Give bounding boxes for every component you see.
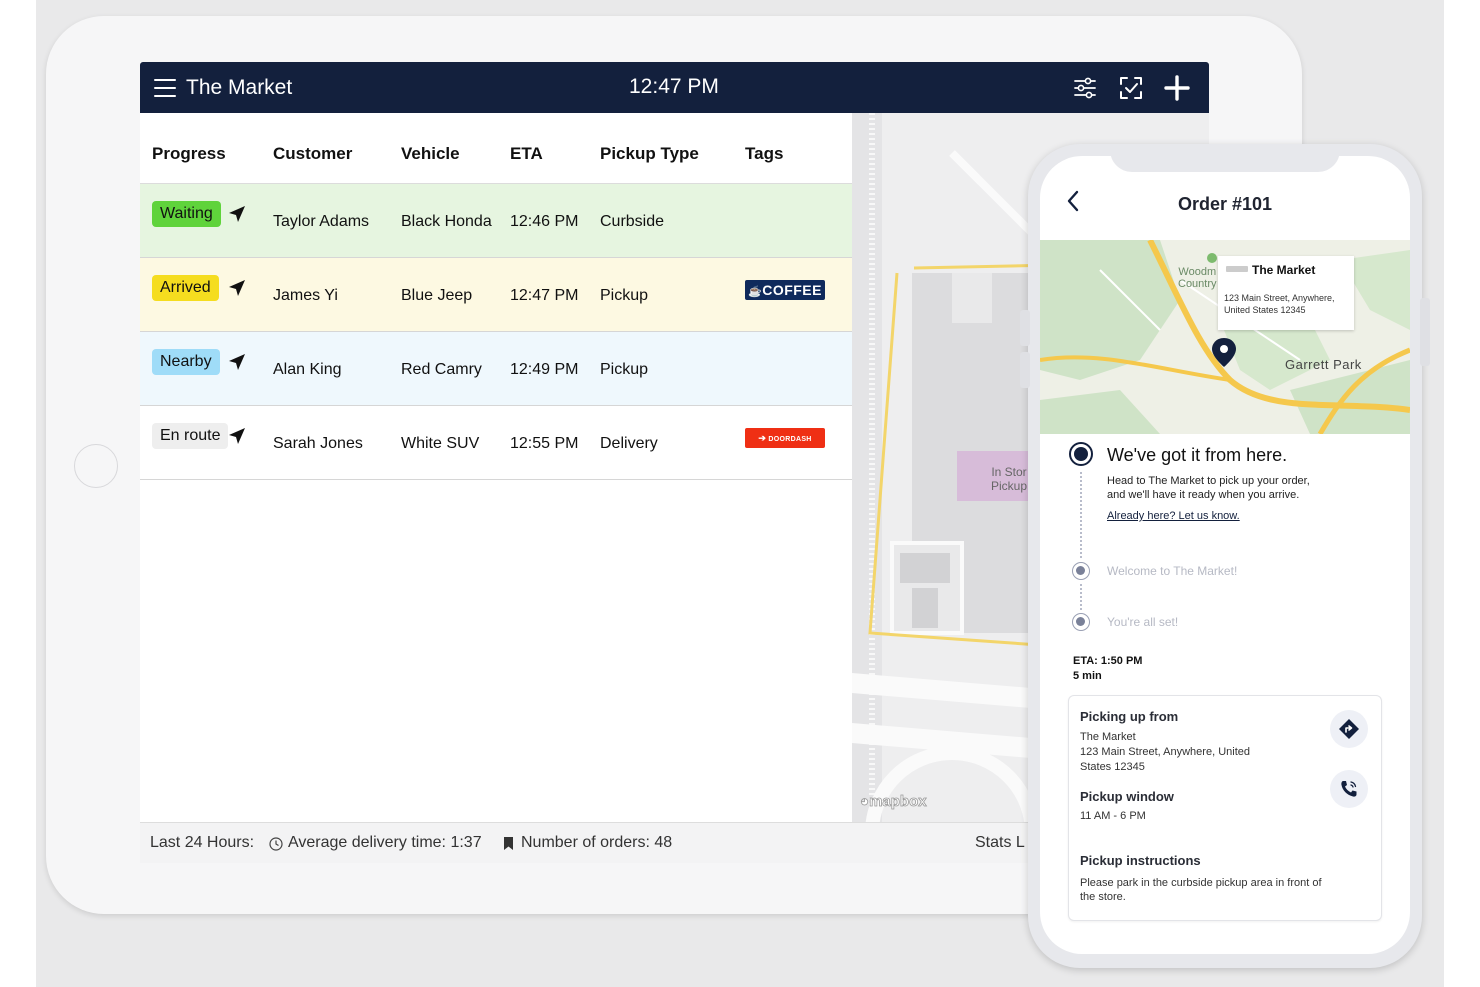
call-button[interactable]	[1330, 770, 1368, 808]
top-bar: The Market 12:47 PM	[140, 62, 1209, 113]
step-current-title: We've got it from here.	[1107, 445, 1288, 465]
customer-name: Taylor Adams	[273, 213, 370, 230]
status-badge: Arrived	[152, 275, 219, 301]
phone-side-button	[1020, 352, 1030, 388]
coffee-tag: ☕COFFEE	[745, 280, 825, 300]
step-2-label: Welcome to The Market!	[1107, 564, 1238, 578]
table-row[interactable]: Waiting Taylor Adams Black Honda 12:46 P…	[140, 184, 852, 258]
doordash-tag-label: DOORDASH	[768, 436, 812, 443]
average-delivery-time: Average delivery time: 1:37	[288, 834, 482, 851]
pickup-window-time: 11 AM - 6 PM	[1080, 810, 1146, 822]
column-eta[interactable]: ETA	[510, 144, 543, 164]
step-3-indicator	[1072, 613, 1090, 631]
phone-call-icon	[1341, 781, 1357, 797]
map-label-woodmont: Woodm Country	[1178, 266, 1217, 290]
mapbox-attribution[interactable]: ◕mapbox	[860, 793, 927, 811]
clock-icon	[269, 837, 283, 851]
orders-table: Progress Customer Vehicle ETA Pickup Typ…	[140, 113, 852, 822]
doordash-logo-icon: ➔	[758, 433, 767, 443]
place-address: 123 Main Street, Anywhere, United States…	[1224, 293, 1335, 315]
doordash-tag: ➔ DOORDASH	[745, 428, 825, 448]
column-progress[interactable]: Progress	[152, 144, 226, 164]
table-row[interactable]: Arrived James Yi Blue Jeep 12:47 PM Pick…	[140, 258, 852, 332]
mapbox-logo-icon: ◕	[860, 793, 870, 811]
column-vehicle[interactable]: Vehicle	[401, 144, 460, 164]
column-customer[interactable]: Customer	[273, 144, 352, 164]
eta: 12:46 PM	[510, 213, 579, 230]
vehicle: Red Camry	[401, 361, 482, 378]
navigation-arrow-icon	[229, 354, 245, 370]
app-title: The Market	[186, 76, 293, 99]
stats-link[interactable]: Stats L	[975, 834, 1025, 852]
pickup-type: Pickup	[600, 361, 649, 378]
place-popup[interactable]: The Market 123 Main Street, Anywhere, Un…	[1218, 256, 1354, 330]
store-address: The Market 123 Main Street, Anywhere, Un…	[1080, 731, 1250, 773]
customer-name: Alan King	[273, 361, 342, 378]
phone-notch	[1110, 146, 1340, 172]
table-header: Progress Customer Vehicle ETA Pickup Typ…	[140, 113, 852, 184]
phone-screen: Order #101 The Market 123 Main Street, A…	[1040, 156, 1410, 954]
eta-minutes: 5 min	[1073, 670, 1102, 682]
step-current-description: Head to The Market to pick up your order…	[1107, 475, 1310, 501]
pickup-type: Curbside	[600, 213, 665, 230]
step-connector	[1080, 472, 1082, 558]
coffee-tag-label: COFFEE	[762, 282, 822, 298]
number-of-orders: Number of orders: 48	[521, 834, 673, 851]
table-row[interactable]: Nearby Alan King Red Camry 12:49 PM Pick…	[140, 332, 852, 406]
current-time: 12:47 PM	[629, 75, 719, 98]
place-name: The Market	[1252, 263, 1316, 277]
pickup-instructions-title: Pickup instructions	[1080, 853, 1201, 868]
eta: 12:55 PM	[510, 435, 579, 452]
pickup-instructions-text: Please park in the curbside pickup area …	[1080, 877, 1322, 903]
plus-icon[interactable]	[1164, 75, 1190, 101]
navigation-arrow-icon	[229, 280, 245, 296]
navigation-arrow-icon	[229, 428, 245, 444]
menu-icon[interactable]	[154, 79, 176, 97]
status-badge: En route	[152, 423, 229, 449]
eta-time: ETA: 1:50 PM	[1073, 655, 1143, 667]
vehicle: Black Honda	[401, 213, 492, 230]
directions-button[interactable]	[1330, 710, 1368, 748]
directions-icon	[1339, 719, 1359, 739]
vehicle: Blue Jeep	[401, 287, 473, 304]
scan-check-icon[interactable]	[1118, 75, 1144, 101]
filter-sliders-icon[interactable]	[1072, 75, 1098, 101]
pickup-window-title: Pickup window	[1080, 789, 1174, 804]
order-title: Order #101	[1177, 194, 1273, 214]
customer-name: Sarah Jones	[273, 435, 363, 452]
status-badge: Waiting	[152, 201, 221, 227]
table-row[interactable]: En route Sarah Jones White SUV 12:55 PM …	[140, 406, 852, 480]
map-label-garrett-park: Garrett Park	[1285, 357, 1362, 372]
column-tags[interactable]: Tags	[745, 144, 783, 164]
tablet-home-button[interactable]	[74, 444, 118, 488]
eta: 12:49 PM	[510, 361, 579, 378]
step-connector	[1080, 584, 1082, 610]
column-pickup-type[interactable]: Pickup Type	[600, 144, 699, 164]
store-pickup-label: In Stor Pickup	[991, 465, 1028, 493]
eta: 12:47 PM	[510, 287, 579, 304]
already-here-link[interactable]: Already here? Let us know.	[1107, 510, 1240, 522]
phone-power-button	[1420, 298, 1430, 366]
picking-up-from-title: Picking up from	[1080, 709, 1179, 724]
pickup-type: Pickup	[600, 287, 649, 304]
stats-period: Last 24 Hours:	[150, 834, 255, 851]
pickup-type: Delivery	[600, 435, 658, 452]
customer-name: James Yi	[273, 287, 338, 304]
navigation-arrow-icon	[229, 206, 245, 222]
coffee-cup-icon: ☕	[748, 286, 763, 298]
step-3-label: You're all set!	[1107, 615, 1179, 629]
phone-map[interactable]: The Market 123 Main Street, Anywhere, Un…	[1040, 240, 1410, 434]
store-logo-icon	[1226, 266, 1248, 272]
step-2-indicator	[1072, 562, 1090, 580]
status-badge: Nearby	[152, 349, 220, 375]
phone-side-button	[1020, 310, 1030, 346]
pickup-info-card: Picking up from The Market 123 Main Stre…	[1068, 695, 1382, 921]
step-current-indicator	[1069, 442, 1093, 466]
vehicle: White SUV	[401, 435, 480, 452]
bookmark-icon	[504, 837, 513, 850]
